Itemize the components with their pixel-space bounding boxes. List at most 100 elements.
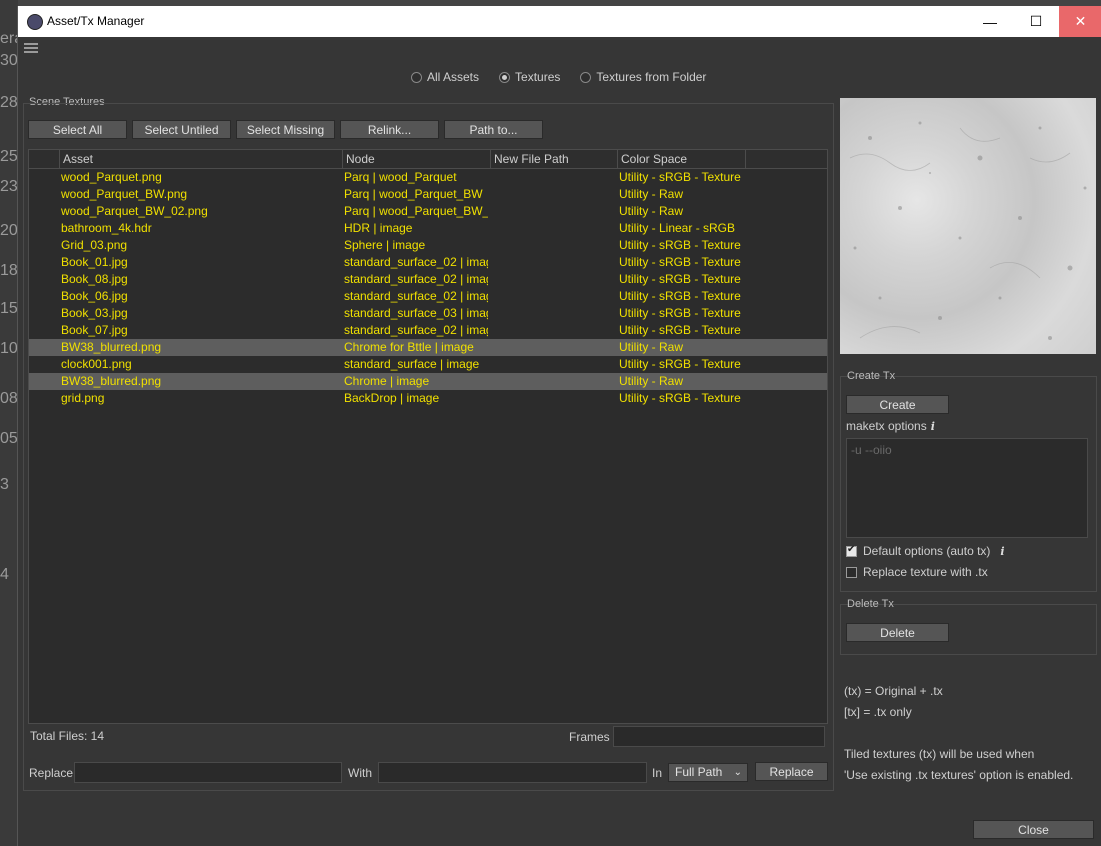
window-title: Asset/Tx Manager xyxy=(47,14,145,28)
table-row[interactable]: Grid_03.png Sphere | image Utility - sRGB … xyxy=(29,237,827,254)
table-row[interactable]: Book_08.jpg standard_surface_02 | imag Uti… xyxy=(29,271,827,288)
replace-texture-label: Replace texture with .tx xyxy=(863,565,988,579)
scene-textures-table: Asset Node New File Path Color Space woo… xyxy=(28,149,828,724)
background-label: 30 xyxy=(0,52,18,69)
cell-asset: Book_06.jpg xyxy=(61,289,128,303)
info-icon[interactable]: i xyxy=(931,420,935,433)
note-line-2: [tx] = .tx only xyxy=(844,705,912,719)
table-row[interactable]: Book_03.jpg standard_surface_03 | imag Uti… xyxy=(29,305,827,322)
cell-asset: Grid_03.png xyxy=(61,238,128,252)
total-files-label: Total Files: 14 xyxy=(30,729,105,743)
table-header: Asset Node New File Path Color Space xyxy=(29,150,827,169)
table-row[interactable]: wood_Parquet_BW.png Parq | wood_Parquet_B… xyxy=(29,186,827,203)
cell-node: BackDrop | image xyxy=(344,391,440,405)
in-dropdown[interactable]: Full Path ⌄ xyxy=(668,763,748,782)
cell-asset: wood_Parquet_BW.png xyxy=(61,187,188,201)
cell-node: Parq | wood_Parquet xyxy=(344,170,457,184)
cell-asset: wood_Parquet_BW_02.png xyxy=(61,204,208,218)
table-row[interactable]: wood_Parquet_BW_02.png Parq | wood_Parque… xyxy=(29,203,827,220)
cell-color: Utility - Raw xyxy=(619,340,684,354)
default-options-checkbox[interactable]: Default options (auto tx) i xyxy=(846,544,1005,558)
select-all-button[interactable]: Select All xyxy=(28,120,127,139)
cell-color: Utility - sRGB - Texture xyxy=(619,391,741,405)
replace-texture-checkbox[interactable]: Replace texture with .tx xyxy=(846,565,988,579)
replace-button[interactable]: Replace xyxy=(755,762,828,781)
radio-label: Textures from Folder xyxy=(596,70,707,84)
table-row[interactable]: Book_06.jpg standard_surface_02 | imag Uti… xyxy=(29,288,827,305)
table-row[interactable]: clock001.png standard_surface | image Util… xyxy=(29,356,827,373)
table-row[interactable]: wood_Parquet.png Parq | wood_Parquet Utili… xyxy=(29,169,827,186)
maketx-options-label: maketx options xyxy=(846,419,927,433)
cell-node: Chrome | image xyxy=(344,374,430,388)
radio-textures[interactable]: Textures xyxy=(499,70,560,84)
cell-path xyxy=(492,288,615,305)
column-header-node[interactable]: Node xyxy=(342,150,490,168)
in-label: In xyxy=(652,766,663,780)
radio-label: All Assets xyxy=(427,70,480,84)
cell-color: Utility - sRGB - Texture xyxy=(619,272,741,286)
table-row[interactable]: Book_01.jpg standard_surface_02 | imag Uti… xyxy=(29,254,827,271)
cell-path xyxy=(492,169,615,186)
table-row[interactable]: Book_07.jpg standard_surface_02 | imag Uti… xyxy=(29,322,827,339)
chevron-down-icon: ⌄ xyxy=(733,767,742,778)
cell-node: HDR | image xyxy=(344,221,413,235)
cell-path xyxy=(492,220,615,237)
delete-button[interactable]: Delete xyxy=(846,623,949,642)
note-line-4: 'Use existing .tx textures' option is en… xyxy=(844,768,1074,782)
close-window-button[interactable]: ✕ xyxy=(1059,6,1101,37)
background-label: 28 xyxy=(0,94,18,111)
with-label: With xyxy=(348,766,372,780)
asset-tx-manager-window: Asset/Tx Manager — ☐ ✕ All Assets Textur… xyxy=(17,6,1101,846)
maximize-button[interactable]: ☐ xyxy=(1013,6,1059,37)
checkbox-unchecked-icon xyxy=(846,566,857,578)
cell-color: Utility - sRGB - Texture xyxy=(619,238,741,252)
note-line-1: (tx) = Original + .tx xyxy=(844,684,943,698)
select-missing-button[interactable]: Select Missing xyxy=(236,120,335,139)
frames-input[interactable] xyxy=(613,726,825,747)
column-header-new-file-path[interactable]: New File Path xyxy=(490,150,617,168)
maketx-options-label-row: maketx options i xyxy=(846,419,935,433)
select-untiled-button[interactable]: Select Untiled xyxy=(132,120,231,139)
radio-indicator xyxy=(580,71,592,83)
cell-path xyxy=(492,203,615,220)
create-button[interactable]: Create xyxy=(846,395,949,414)
table-row[interactable]: bathroom_4k.hdr HDR | image Utility - Line… xyxy=(29,220,827,237)
hamburger-menu-icon[interactable] xyxy=(24,43,38,53)
table-row[interactable]: grid.png BackDrop | image Utility - sRGB -… xyxy=(29,390,827,407)
column-header-asset[interactable]: Asset xyxy=(59,150,342,168)
cell-asset: wood_Parquet.png xyxy=(61,170,162,184)
cell-path xyxy=(492,390,615,407)
info-icon[interactable]: i xyxy=(1000,545,1004,558)
table-row[interactable]: BW38_blurred.png Chrome | image Utility - … xyxy=(29,373,827,390)
maketx-placeholder: -u --oiio xyxy=(851,443,892,457)
maketx-options-textarea[interactable]: -u --oiio xyxy=(846,438,1088,538)
background-app-strip: era 30 28 25 23 20 18 15 10 08 05 3 4 xyxy=(0,0,23,846)
relink-button[interactable]: Relink... xyxy=(340,120,439,139)
column-header-color-space[interactable]: Color Space xyxy=(617,150,745,168)
cell-asset: Book_03.jpg xyxy=(61,306,128,320)
cell-color: Utility - Linear - sRGB xyxy=(619,221,736,235)
cell-color: Utility - sRGB - Texture xyxy=(619,170,741,184)
header-filler xyxy=(745,150,827,168)
cell-color: Utility - sRGB - Texture xyxy=(619,357,741,371)
header-blank xyxy=(29,150,59,168)
table-row[interactable]: BW38_blurred.png Chrome for Bttle | image… xyxy=(29,339,827,356)
in-dropdown-value: Full Path xyxy=(675,765,723,779)
replace-input[interactable] xyxy=(74,762,342,783)
minimize-button[interactable]: — xyxy=(967,6,1013,37)
cell-node: Parq | wood_Parquet_BW_0 xyxy=(344,204,488,218)
radio-all-assets[interactable]: All Assets xyxy=(411,70,479,84)
close-button[interactable]: Close xyxy=(973,820,1094,839)
cell-path xyxy=(492,339,615,356)
path-to-button[interactable]: Path to... xyxy=(444,120,543,139)
delete-tx-label: Delete Tx xyxy=(847,598,894,610)
cell-path xyxy=(492,305,615,322)
checkbox-checked-icon xyxy=(846,544,857,557)
radio-textures-from-folder[interactable]: Textures from Folder xyxy=(580,70,706,84)
cell-color: Utility - Raw xyxy=(619,187,684,201)
with-input[interactable] xyxy=(378,762,647,783)
background-label: 18 xyxy=(0,262,18,279)
cell-asset: grid.png xyxy=(61,391,105,405)
background-label: 20 xyxy=(0,222,18,239)
background-label: 15 xyxy=(0,300,18,317)
